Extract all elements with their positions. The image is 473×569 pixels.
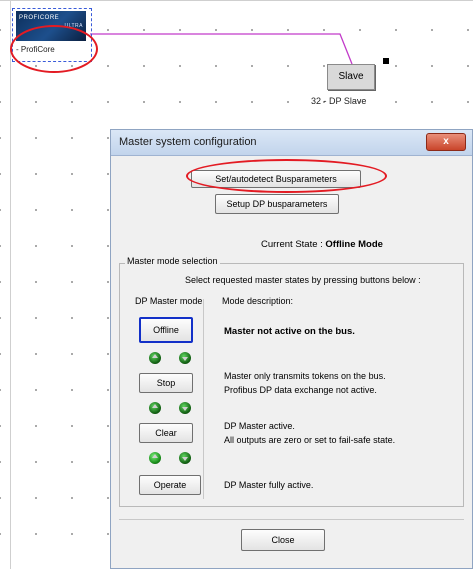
current-state-value: Offline Mode	[325, 239, 383, 250]
current-state-prefix: Current State :	[261, 239, 326, 250]
slave-node[interactable]: Slave	[327, 64, 375, 90]
arrow-up-icon	[149, 452, 161, 464]
offline-button[interactable]: Offline	[139, 317, 193, 343]
operate-description: DP Master fully active.	[224, 480, 314, 490]
clear-description-line1: DP Master active.	[224, 421, 295, 431]
operate-button[interactable]: Operate	[139, 475, 201, 495]
master-config-dialog: Master system configuration x Set/autode…	[110, 129, 473, 569]
set-autodetect-busparameters-button[interactable]: Set/autodetect Busparameters	[191, 170, 361, 188]
arrow-down-icon	[179, 452, 191, 464]
dialog-title: Master system configuration	[119, 136, 257, 148]
mode-column-divider	[203, 299, 204, 499]
stop-description-line1: Master only transmits tokens on the bus.	[224, 371, 386, 381]
logo-text: PROFICORE	[19, 15, 60, 21]
arrow-up-icon	[149, 402, 161, 414]
arrow-down-icon	[179, 402, 191, 414]
stop-description-line2: Profibus DP data exchange not active.	[224, 385, 377, 395]
dp-master-mode-header: DP Master mode	[135, 296, 203, 306]
slave-node-label: 32 - DP Slave	[311, 96, 367, 106]
close-icon[interactable]: x	[426, 133, 466, 151]
stop-button[interactable]: Stop	[139, 373, 193, 393]
clear-button[interactable]: Clear	[139, 423, 193, 443]
instruction-text: Select requested master states by pressi…	[185, 275, 421, 285]
offline-description: Master not active on the bus.	[224, 326, 355, 337]
slave-connector-marker	[383, 58, 389, 64]
proficore-logo: PROFICORE ULTRA	[16, 11, 86, 41]
clear-description-line2: All outputs are zero or set to fail-safe…	[224, 435, 396, 445]
arrow-up-icon	[149, 352, 161, 364]
mode-description-header: Mode description:	[222, 296, 294, 306]
setup-dp-busparameters-button[interactable]: Setup DP busparameters	[215, 194, 339, 214]
dialog-separator	[119, 519, 464, 520]
group-title: Master mode selection	[125, 256, 220, 266]
dialog-titlebar[interactable]: Master system configuration x	[111, 130, 472, 156]
close-button[interactable]: Close	[241, 529, 325, 551]
logo-subtext: ULTRA	[64, 23, 83, 29]
arrow-down-icon	[179, 352, 191, 364]
master-node-label: - ProfiCore	[16, 45, 55, 54]
current-state: Current State : Offline Mode	[261, 239, 383, 250]
